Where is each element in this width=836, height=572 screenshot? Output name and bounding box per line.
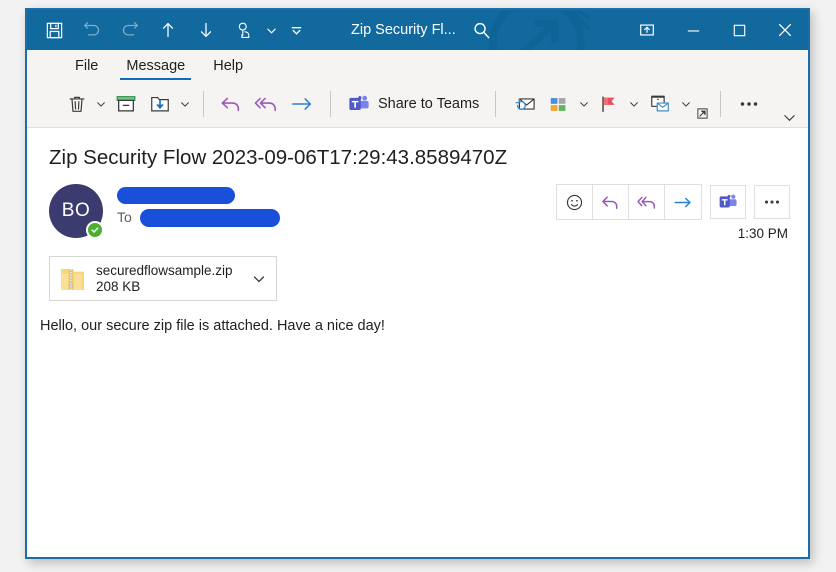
sender-avatar-wrap[interactable]: BO [49, 184, 104, 239]
reading-pane: Zip Security Flow 2023-09-06T17:29:43.85… [27, 128, 808, 557]
message-subject: Zip Security Flow 2023-09-06T17:29:43.85… [49, 146, 508, 169]
toolbar-separator-3 [495, 91, 497, 117]
ellipsis-icon [764, 200, 780, 204]
qat-customize-caret-icon[interactable] [263, 10, 279, 50]
search-button[interactable] [456, 10, 508, 50]
categorize-caret-icon[interactable] [576, 87, 592, 121]
presence-available-icon [86, 221, 104, 239]
tab-file[interactable]: File [61, 50, 112, 81]
move-button[interactable] [143, 87, 177, 121]
to-label: To [117, 209, 132, 225]
rules-button[interactable] [642, 87, 678, 121]
window-title: Zip Security Fl... [351, 22, 456, 38]
attachment-chip[interactable]: securedflowsample.zip 208 KB [49, 256, 277, 301]
minimize-button[interactable] [670, 10, 716, 50]
mark-unread-button[interactable] [506, 87, 542, 121]
tab-message-label: Message [126, 57, 186, 74]
tab-file-label: File [75, 57, 99, 74]
ribbon-tab-bar: File Message Help [27, 50, 808, 81]
tab-message[interactable]: Message [112, 50, 199, 81]
toolbar-separator-2 [330, 91, 331, 117]
follow-up-button[interactable] [592, 87, 626, 121]
toolbar-separator-4 [720, 91, 722, 117]
reply-all-button[interactable] [248, 87, 284, 121]
archive-button[interactable] [109, 87, 143, 121]
touch-mouse-mode-button[interactable] [225, 10, 263, 50]
message-action-group [556, 184, 702, 220]
tags-dialog-launcher-icon[interactable] [694, 87, 710, 121]
flag-icon [602, 96, 615, 113]
more-commands-button[interactable] [731, 87, 767, 121]
close-button[interactable] [762, 10, 808, 50]
sender-name-redaction [117, 187, 235, 204]
ellipsis-icon [741, 102, 758, 106]
delete-button[interactable] [61, 87, 93, 121]
attachment-size: 208 KB [96, 279, 141, 294]
teams-icon [719, 194, 737, 208]
teams-icon [349, 95, 369, 111]
move-caret-icon[interactable] [177, 87, 193, 121]
restore-down-button[interactable] [624, 10, 670, 50]
react-button[interactable] [557, 185, 593, 219]
message-timestamp: 1:30 PM [737, 226, 788, 241]
message-header: BO To 1:30 PM [49, 184, 790, 246]
save-button[interactable] [35, 10, 73, 50]
maximize-button[interactable] [716, 10, 762, 50]
zip-file-icon [58, 264, 88, 294]
share-to-teams-button[interactable]: Share to Teams [341, 87, 485, 121]
ribbon-collapse-icon[interactable] [778, 108, 800, 126]
window-controls [624, 10, 808, 50]
toolbar-separator-1 [203, 91, 204, 117]
redo-button[interactable] [111, 10, 149, 50]
next-item-button[interactable] [187, 10, 225, 50]
title-bar: Zip Security Fl... [27, 10, 808, 50]
rules-caret-icon[interactable] [678, 87, 694, 121]
attachment-filename: securedflowsample.zip [96, 263, 233, 278]
share-to-teams-label: Share to Teams [378, 96, 480, 112]
forward-button[interactable] [665, 185, 701, 219]
reply-all-button[interactable] [629, 185, 665, 219]
recipient-redaction [140, 209, 280, 227]
message-actions [556, 184, 790, 220]
qat-overflow-icon[interactable] [279, 10, 313, 50]
previous-item-button[interactable] [149, 10, 187, 50]
more-actions-button[interactable] [754, 185, 790, 219]
undo-button[interactable] [73, 10, 111, 50]
tab-help-label: Help [213, 57, 244, 74]
categorize-icon [551, 98, 566, 111]
reply-button[interactable] [593, 185, 629, 219]
tab-help[interactable]: Help [199, 50, 257, 81]
follow-up-caret-icon[interactable] [626, 87, 642, 121]
attachment-meta: securedflowsample.zip 208 KB [96, 263, 248, 294]
reply-button[interactable] [214, 87, 248, 121]
attachment-chevron-down-icon[interactable] [248, 272, 270, 286]
avatar-initials: BO [61, 200, 91, 221]
message-body: Hello, our secure zip file is attached. … [40, 318, 385, 334]
teams-button[interactable] [710, 185, 746, 219]
delete-caret-icon[interactable] [93, 87, 109, 121]
categorize-button[interactable] [542, 87, 576, 121]
ribbon-toolbar: Share to Teams [27, 81, 808, 128]
outlook-message-window: Zip Security Fl... File Message Help Sha… [25, 8, 810, 559]
forward-button[interactable] [284, 87, 320, 121]
